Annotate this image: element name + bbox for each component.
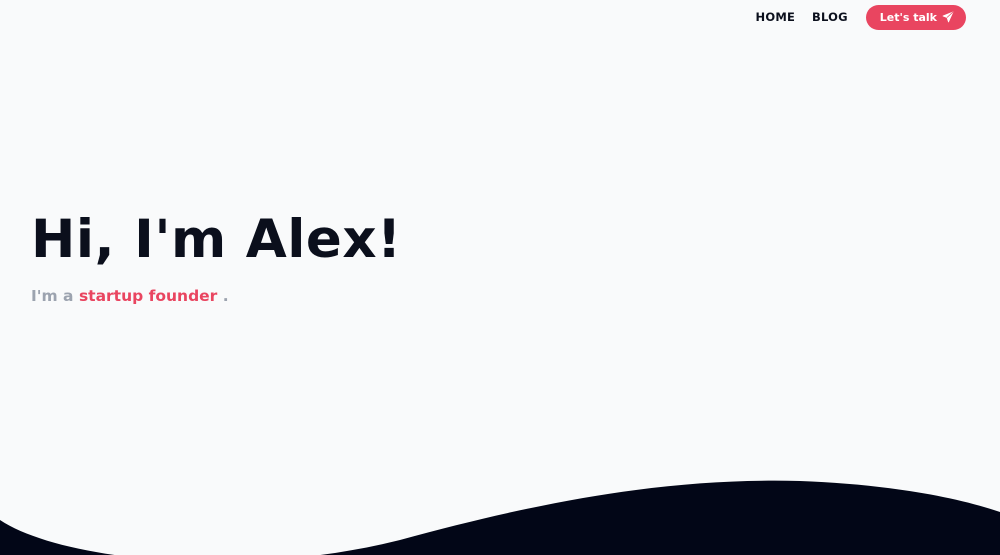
top-nav: HOME BLOG Let's talk <box>756 4 966 30</box>
bottom-wave <box>0 480 1000 555</box>
tagline-role: startup founder <box>78 287 218 305</box>
tagline-prefix: I'm a <box>31 287 74 305</box>
nav-home-link[interactable]: HOME <box>756 10 796 24</box>
lets-talk-label: Let's talk <box>879 10 937 24</box>
nav-blog-link[interactable]: BLOG <box>812 10 848 24</box>
tagline-suffix: . <box>222 287 229 305</box>
hero-tagline: I'm a startup founder . <box>31 285 229 307</box>
lets-talk-button[interactable]: Let's talk <box>865 4 966 30</box>
paper-plane-icon <box>942 11 954 23</box>
hero-title: Hi, I'm Alex! <box>31 209 402 270</box>
page: HOME BLOG Let's talk Hi, I'm Alex! I'm a… <box>0 0 1000 555</box>
